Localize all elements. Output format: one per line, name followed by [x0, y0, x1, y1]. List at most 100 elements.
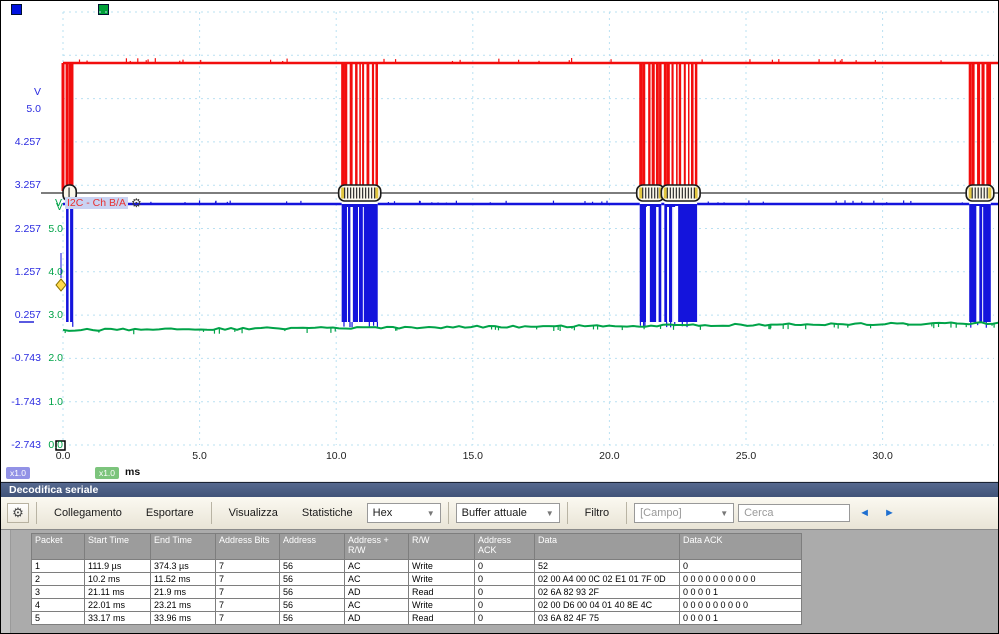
blue-axis-tick: 1.257 — [1, 266, 41, 278]
table-cell[interactable]: Write — [409, 573, 475, 586]
table-cell[interactable]: 02 6A 82 93 2F — [535, 586, 680, 599]
table-cell[interactable]: 0 0 0 0 0 0 0 0 0 — [680, 599, 802, 612]
column-header[interactable]: Data — [535, 534, 680, 560]
table-cell[interactable]: 02 00 A4 00 0C 02 E1 01 7F 0D — [535, 573, 680, 586]
esportare-button[interactable]: Esportare — [136, 503, 204, 523]
table-row[interactable]: 321.11 ms21.9 ms756ADRead002 6A 82 93 2F… — [32, 586, 802, 599]
table-cell[interactable]: 23.21 ms — [151, 599, 216, 612]
table-cell[interactable]: 1 — [32, 560, 85, 573]
decoder-gear-icon[interactable]: ⚙ — [131, 197, 142, 209]
decoder-channel-label[interactable]: I2C - Ch B/A — [65, 197, 128, 209]
table-cell[interactable]: 10.2 ms — [85, 573, 151, 586]
zoom-badge-blue[interactable]: x1.0 — [6, 467, 30, 479]
table-cell[interactable]: 56 — [280, 560, 345, 573]
column-header[interactable]: Packet — [32, 534, 85, 560]
table-cell[interactable]: 7 — [216, 612, 280, 625]
table-cell[interactable]: 02 00 D6 00 04 01 40 8E 4C — [535, 599, 680, 612]
table-cell[interactable]: 0 — [475, 560, 535, 573]
table-cell[interactable]: 7 — [216, 599, 280, 612]
table-cell[interactable]: 56 — [280, 586, 345, 599]
table-cell[interactable]: 52 — [535, 560, 680, 573]
table-cell[interactable]: Read — [409, 612, 475, 625]
column-header[interactable]: Start Time — [85, 534, 151, 560]
table-cell[interactable]: 0 — [475, 586, 535, 599]
table-cell[interactable]: Read — [409, 586, 475, 599]
green-axis-tick: 2.0 — [42, 352, 63, 364]
time-axis-tick: 25.0 — [726, 450, 766, 462]
packet-table-area: PacketStart TimeEnd TimeAddress BitsAddr… — [1, 530, 999, 634]
table-cell[interactable]: 3 — [32, 586, 85, 599]
green-axis-tick: 4.0 — [42, 266, 63, 278]
table-cell[interactable]: 11.52 ms — [151, 573, 216, 586]
scope-view: V5.04.2573.2572.2571.2570.257-0.743-1.74… — [1, 1, 999, 481]
table-cell[interactable]: AC — [345, 560, 409, 573]
table-cell[interactable]: 03 6A 82 4F 75 — [535, 612, 680, 625]
collegamento-button[interactable]: Collegamento — [44, 503, 132, 523]
search-prev-icon[interactable]: ◄ — [859, 507, 870, 519]
blue-axis-tick: -1.743 — [1, 396, 41, 408]
table-cell[interactable]: 56 — [280, 599, 345, 612]
table-cell[interactable]: AC — [345, 599, 409, 612]
table-cell[interactable]: Write — [409, 560, 475, 573]
table-row[interactable]: 210.2 ms11.52 ms756ACWrite002 00 A4 00 0… — [32, 573, 802, 586]
table-cell[interactable]: 0 — [475, 599, 535, 612]
table-cell[interactable]: AD — [345, 612, 409, 625]
green-axis-unit: V — [55, 197, 62, 209]
column-header[interactable]: Data ACK — [680, 534, 802, 560]
toolbar-separator — [211, 502, 212, 524]
column-header[interactable]: Address Bits — [216, 534, 280, 560]
table-row[interactable]: 533.17 ms33.96 ms756ADRead003 6A 82 4F 7… — [32, 612, 802, 625]
column-header[interactable]: R/W — [409, 534, 475, 560]
time-axis-tick: 15.0 — [453, 450, 493, 462]
table-cell[interactable]: 0 — [475, 573, 535, 586]
statistiche-button[interactable]: Statistiche — [292, 503, 363, 523]
visualizza-button[interactable]: Visualizza — [219, 503, 288, 523]
table-cell[interactable]: 111.9 µs — [85, 560, 151, 573]
blue-channel-offset-marker[interactable] — [19, 321, 34, 323]
table-cell[interactable]: 22.01 ms — [85, 599, 151, 612]
table-cell[interactable]: 374.3 µs — [151, 560, 216, 573]
table-row[interactable]: 1111.9 µs374.3 µs756ACWrite0520 — [32, 560, 802, 573]
table-cell[interactable]: 0 — [680, 560, 802, 573]
table-cell[interactable]: 5 — [32, 612, 85, 625]
table-cell[interactable]: 56 — [280, 612, 345, 625]
waveform-plot — [1, 1, 999, 481]
table-row[interactable]: 422.01 ms23.21 ms756ACWrite002 00 D6 00 … — [32, 599, 802, 612]
search-next-icon[interactable]: ► — [884, 507, 895, 519]
filtro-button[interactable]: Filtro — [575, 503, 619, 523]
table-cell[interactable]: 21.9 ms — [151, 586, 216, 599]
field-dropdown-value: [Campo] — [640, 507, 682, 519]
trigger-marker[interactable] — [56, 279, 66, 291]
picoscope-window: V5.04.2573.2572.2571.2570.257-0.743-1.74… — [0, 0, 999, 634]
table-cell[interactable]: 7 — [216, 586, 280, 599]
table-cell[interactable]: 0 — [475, 612, 535, 625]
decoder-tag[interactable]: V I2C - Ch B/A ⚙ — [55, 196, 142, 209]
table-cell[interactable]: 33.17 ms — [85, 612, 151, 625]
zoom-badge-green[interactable]: x1.0 — [95, 467, 119, 479]
table-cell[interactable]: 7 — [216, 560, 280, 573]
format-dropdown[interactable]: Hex ▼ — [367, 503, 441, 523]
table-cell[interactable]: AD — [345, 586, 409, 599]
table-cell[interactable]: Write — [409, 599, 475, 612]
table-cell[interactable]: 56 — [280, 573, 345, 586]
table-cell[interactable]: 0 0 0 0 1 — [680, 586, 802, 599]
table-cell[interactable]: 21.11 ms — [85, 586, 151, 599]
decoder-toolbar: ⚙ Collegamento Esportare Visualizza Stat… — [1, 497, 999, 530]
search-input[interactable] — [738, 504, 850, 522]
column-header[interactable]: End Time — [151, 534, 216, 560]
column-header[interactable]: Address — [280, 534, 345, 560]
table-cell[interactable]: 7 — [216, 573, 280, 586]
table-cell[interactable]: 0 0 0 0 0 0 0 0 0 0 — [680, 573, 802, 586]
table-cell[interactable]: 0 0 0 0 1 — [680, 612, 802, 625]
buffer-dropdown[interactable]: Buffer attuale ▼ — [456, 503, 560, 523]
table-cell[interactable]: AC — [345, 573, 409, 586]
toolbar-separator — [626, 502, 627, 524]
table-cell[interactable]: 2 — [32, 573, 85, 586]
table-cell[interactable]: 33.96 ms — [151, 612, 216, 625]
table-cell[interactable]: 4 — [32, 599, 85, 612]
column-header[interactable]: Address ACK — [475, 534, 535, 560]
decoder-settings-button[interactable]: ⚙ — [7, 503, 29, 523]
blue-axis-unit: V — [1, 86, 41, 98]
field-dropdown[interactable]: [Campo] ▼ — [634, 503, 734, 523]
column-header[interactable]: Address + R/W — [345, 534, 409, 560]
